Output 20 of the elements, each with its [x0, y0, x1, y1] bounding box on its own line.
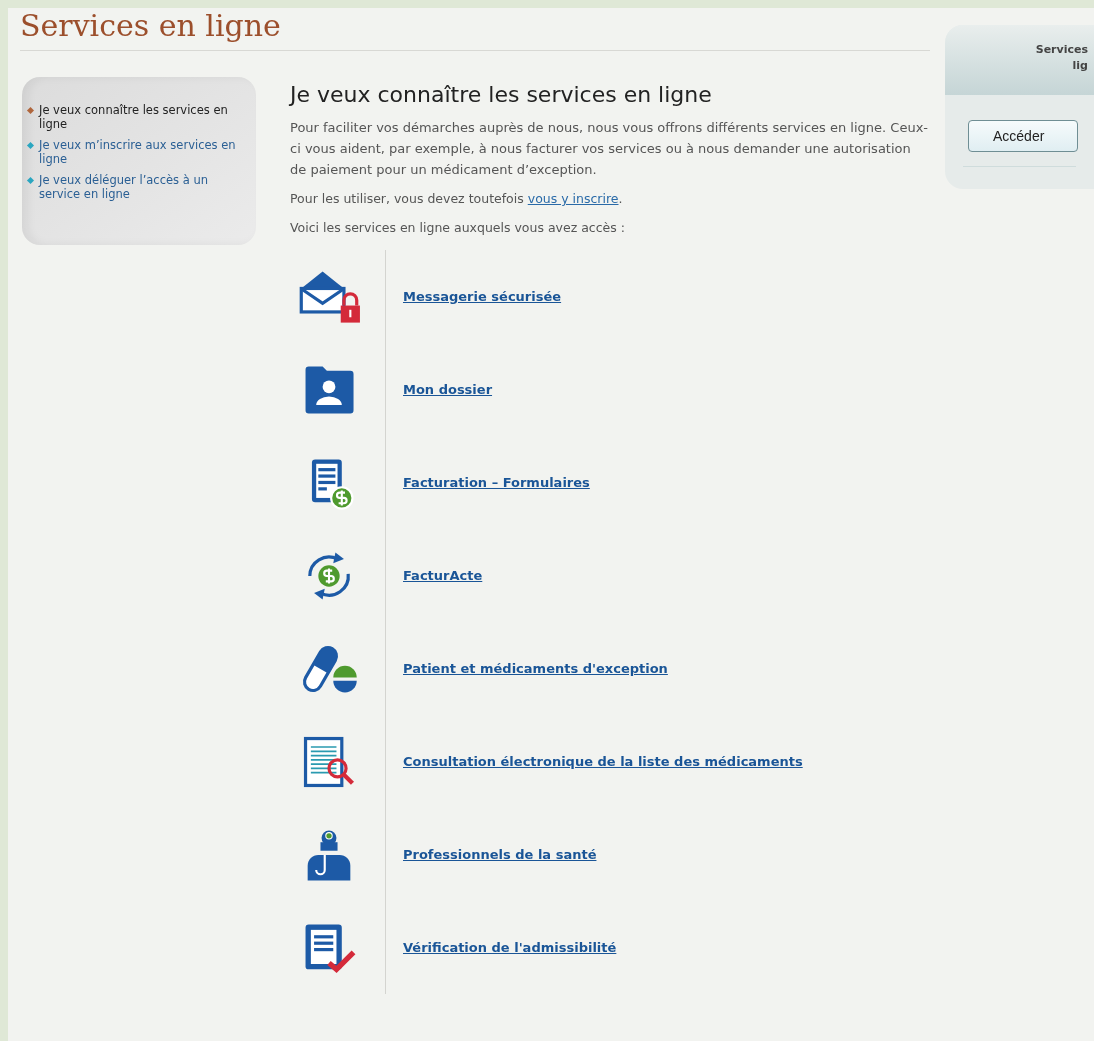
- page-title: Services en ligne: [20, 8, 281, 44]
- panel-title: Services: [1035, 42, 1088, 58]
- access-button[interactable]: Accéder: [968, 120, 1078, 152]
- service-link[interactable]: Facturation – Formulaires: [403, 472, 590, 493]
- register-link[interactable]: vous y inscrire: [527, 191, 619, 206]
- service-link[interactable]: Vérification de l'admissibilité: [403, 937, 617, 958]
- service-link[interactable]: Professionnels de la santé: [403, 844, 597, 865]
- sidebar-link[interactable]: Je veux connaître les services en ligne: [39, 103, 252, 131]
- list-intro: Voici les services en ligne auxquels vous avez accès :: [290, 219, 626, 237]
- intro-paragraph: Pour faciliter vos démarches auprès de nous, nous vous offrons différents services en ligne. Ceux-ci vous aident, par exemple, à nous facturer vos services ou à nous demander une autorisation de paiement pour un médicament d’exception.: [290, 119, 930, 179]
- panel-title: lig: [1072, 58, 1088, 74]
- service-link[interactable]: Messagerie sécurisée: [403, 286, 562, 307]
- sidebar-link[interactable]: Je veux m’inscrire aux services en ligne: [39, 138, 252, 166]
- service-link[interactable]: Mon dossier: [403, 379, 493, 400]
- section-heading: Je veux connaître les services en ligne: [290, 81, 712, 109]
- service-link[interactable]: Patient et médicaments d'exception: [403, 658, 668, 679]
- sidebar-link[interactable]: Je veux déléguer l’accès à un service en ligne: [39, 173, 252, 201]
- register-paragraph: Pour les utiliser, vous devez toutefois vous y inscrire.: [290, 190, 624, 208]
- service-link[interactable]: Consultation électronique de la liste des médicaments: [403, 751, 803, 772]
- service-link[interactable]: FacturActe: [403, 565, 483, 586]
